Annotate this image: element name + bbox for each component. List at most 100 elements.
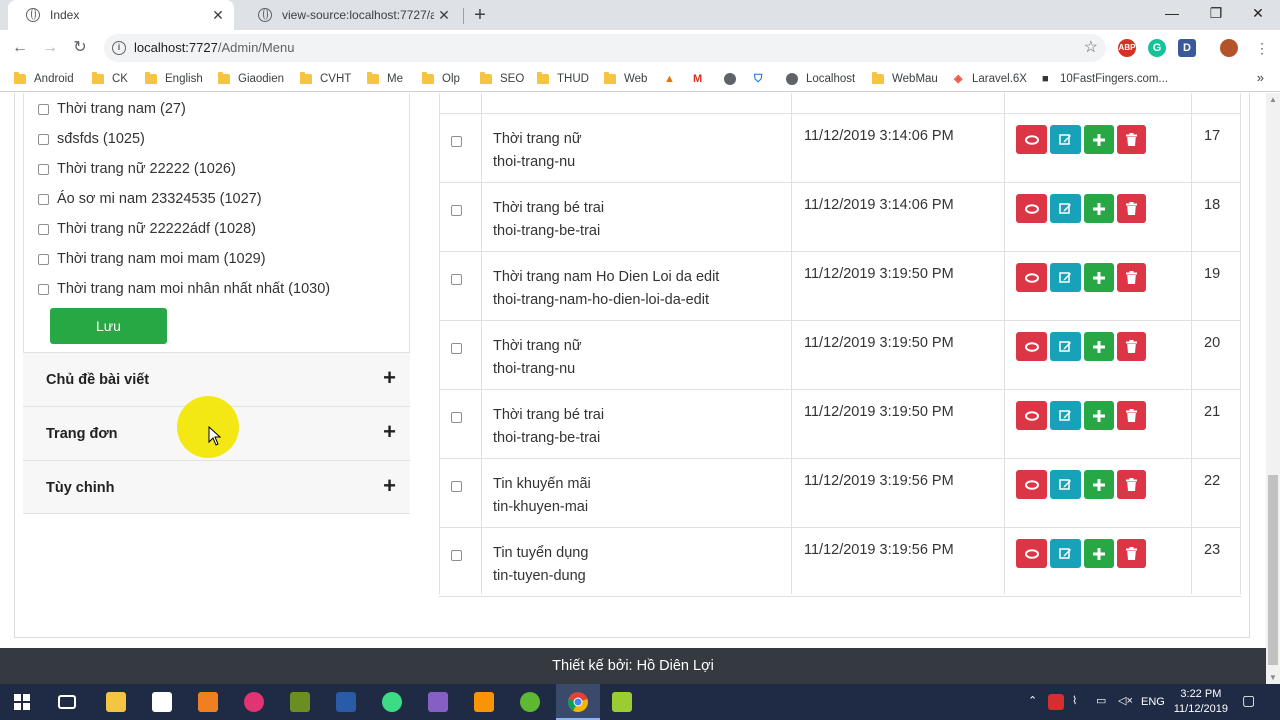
delete-button[interactable]	[1117, 332, 1146, 361]
bookmark-shield[interactable]: ⛉	[754, 70, 772, 88]
add-child-button[interactable]	[1084, 332, 1114, 361]
checkbox[interactable]	[38, 103, 49, 115]
network-icon[interactable]: ⌇	[1072, 694, 1077, 707]
row-checkbox[interactable]	[451, 274, 462, 285]
bookmark-english[interactable]: English	[145, 70, 203, 88]
bookmark-gmail[interactable]: M	[693, 70, 711, 88]
d-extension-icon[interactable]: D	[1178, 39, 1196, 57]
scroll-up-icon[interactable]: ▲	[1269, 95, 1277, 104]
bookmark-giaodien[interactable]: Giaodien	[218, 70, 284, 88]
menu-icon[interactable]: ⋮	[1250, 36, 1274, 60]
add-child-button[interactable]	[1084, 194, 1114, 223]
maximize-button[interactable]: ❐	[1194, 0, 1238, 28]
tab-close-icon[interactable]: ✕	[434, 7, 454, 24]
sublime-text-icon[interactable]	[474, 692, 494, 712]
file-explorer-icon[interactable]	[106, 692, 126, 712]
scrollbar-thumb[interactable]	[1268, 475, 1278, 665]
bookmark-me[interactable]: Me	[367, 70, 403, 88]
view-button[interactable]	[1016, 263, 1047, 292]
tools-icon[interactable]	[290, 692, 310, 712]
save-button[interactable]: Lưu	[50, 308, 167, 344]
edit-button[interactable]	[1050, 263, 1081, 292]
info-icon[interactable]: i	[112, 41, 126, 55]
xampp-icon[interactable]	[198, 692, 218, 712]
antivirus-icon[interactable]	[1048, 694, 1064, 710]
edit-button[interactable]	[1050, 125, 1081, 154]
bookmark-android[interactable]: Android	[14, 70, 74, 88]
plus-icon[interactable]: +	[383, 473, 396, 499]
add-child-button[interactable]	[1084, 470, 1114, 499]
add-child-button[interactable]	[1084, 401, 1114, 430]
edit-button[interactable]	[1050, 332, 1081, 361]
bookmark-star-icon[interactable]: ☆	[1084, 37, 1098, 57]
plus-icon[interactable]: +	[383, 365, 396, 391]
bookmark-pma[interactable]: ▲	[664, 70, 682, 88]
battery-icon[interactable]: ▭	[1096, 694, 1106, 707]
row-checkbox[interactable]	[451, 481, 462, 492]
bookmark-web[interactable]: Web	[604, 70, 647, 88]
bookmark-10fastfingers[interactable]: ■ 10FastFingers.com...	[1042, 70, 1168, 88]
page-scrollbar[interactable]: ▲ ▼	[1266, 93, 1280, 684]
row-checkbox[interactable]	[451, 205, 462, 216]
delete-button[interactable]	[1117, 263, 1146, 292]
add-child-button[interactable]	[1084, 539, 1114, 568]
address-bar[interactable]: i localhost:7727/Admin/Menu ☆	[104, 34, 1106, 62]
bookmark-cvht[interactable]: CVHT	[300, 70, 351, 88]
task-view-icon[interactable]	[58, 695, 76, 709]
close-window-button[interactable]: ✕	[1236, 0, 1280, 28]
delete-button[interactable]	[1117, 401, 1146, 430]
view-button[interactable]	[1016, 332, 1047, 361]
edit-button[interactable]	[1050, 401, 1081, 430]
chrome-icon[interactable]	[567, 691, 589, 713]
delete-button[interactable]	[1117, 539, 1146, 568]
new-tab-button[interactable]: +	[470, 3, 490, 27]
accordion-tuy-chinh[interactable]: Tùy chinh +	[23, 460, 410, 514]
plus-icon[interactable]: +	[383, 419, 396, 445]
delete-button[interactable]	[1117, 125, 1146, 154]
category-option[interactable]: Thời trang nữ 22222 (1026)	[38, 161, 236, 177]
delete-button[interactable]	[1117, 470, 1146, 499]
system-clock[interactable]: 3:22 PM 11/12/2019	[1174, 687, 1228, 717]
bookmark-webmau[interactable]: WebMau	[872, 70, 938, 88]
back-button[interactable]: ←	[8, 36, 32, 60]
add-child-button[interactable]	[1084, 263, 1114, 292]
volume-icon[interactable]: ◁×	[1118, 694, 1133, 707]
language-indicator[interactable]: ENG	[1141, 696, 1165, 708]
category-option[interactable]: Thời trang nữ 22222ádf (1028)	[38, 221, 256, 237]
notifications-icon[interactable]: ▢	[1242, 692, 1255, 709]
app-icon[interactable]	[244, 692, 264, 712]
checkbox[interactable]	[38, 163, 49, 175]
tab-index[interactable]: Index ✕	[8, 0, 234, 30]
adblock-extension-icon[interactable]: ABP	[1118, 39, 1136, 57]
view-button[interactable]	[1016, 194, 1047, 223]
bookmark-globe[interactable]	[724, 70, 744, 88]
row-checkbox[interactable]	[451, 343, 462, 354]
view-button[interactable]	[1016, 401, 1047, 430]
edit-button[interactable]	[1050, 194, 1081, 223]
checkbox[interactable]	[38, 193, 49, 205]
view-button[interactable]	[1016, 470, 1047, 499]
android-studio-icon[interactable]	[382, 692, 402, 712]
scroll-down-icon[interactable]: ▼	[1269, 673, 1277, 682]
bookmark-thud[interactable]: THUD	[537, 70, 589, 88]
checkbox[interactable]	[38, 253, 49, 265]
category-option[interactable]: Thời trang nam moi mam (1029)	[38, 251, 266, 267]
app-icon[interactable]	[612, 692, 632, 712]
tray-overflow-icon[interactable]: ⌃	[1028, 694, 1037, 707]
checkbox[interactable]	[38, 283, 49, 295]
bookmark-olp[interactable]: Olp	[422, 70, 460, 88]
bookmark-localhost[interactable]: Localhost	[786, 70, 855, 88]
category-option[interactable]: Áo sơ mi nam 23324535 (1027)	[38, 191, 262, 207]
row-checkbox[interactable]	[451, 412, 462, 423]
dev-icon[interactable]	[336, 692, 356, 712]
visual-studio-icon[interactable]	[428, 692, 448, 712]
forward-button[interactable]: →	[38, 36, 62, 60]
edit-button[interactable]	[1050, 470, 1081, 499]
category-option[interactable]: sđsfds (1025)	[38, 131, 145, 147]
bookmark-seo[interactable]: SEO	[480, 70, 524, 88]
checkbox[interactable]	[38, 223, 49, 235]
app-icon[interactable]	[520, 692, 540, 712]
grammarly-extension-icon[interactable]: G	[1148, 39, 1166, 57]
tab-close-icon[interactable]: ✕	[208, 7, 228, 24]
view-button[interactable]	[1016, 539, 1047, 568]
